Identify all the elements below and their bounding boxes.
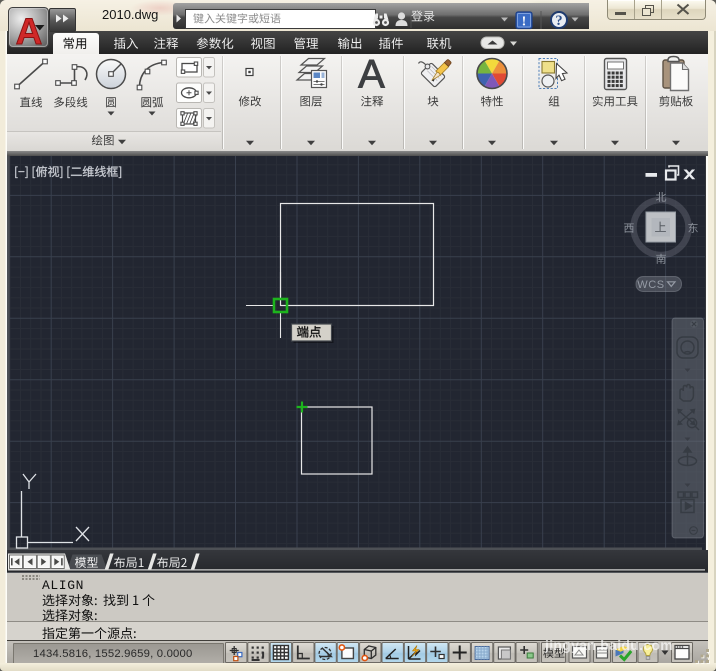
svg-text:A: A (16, 11, 43, 48)
